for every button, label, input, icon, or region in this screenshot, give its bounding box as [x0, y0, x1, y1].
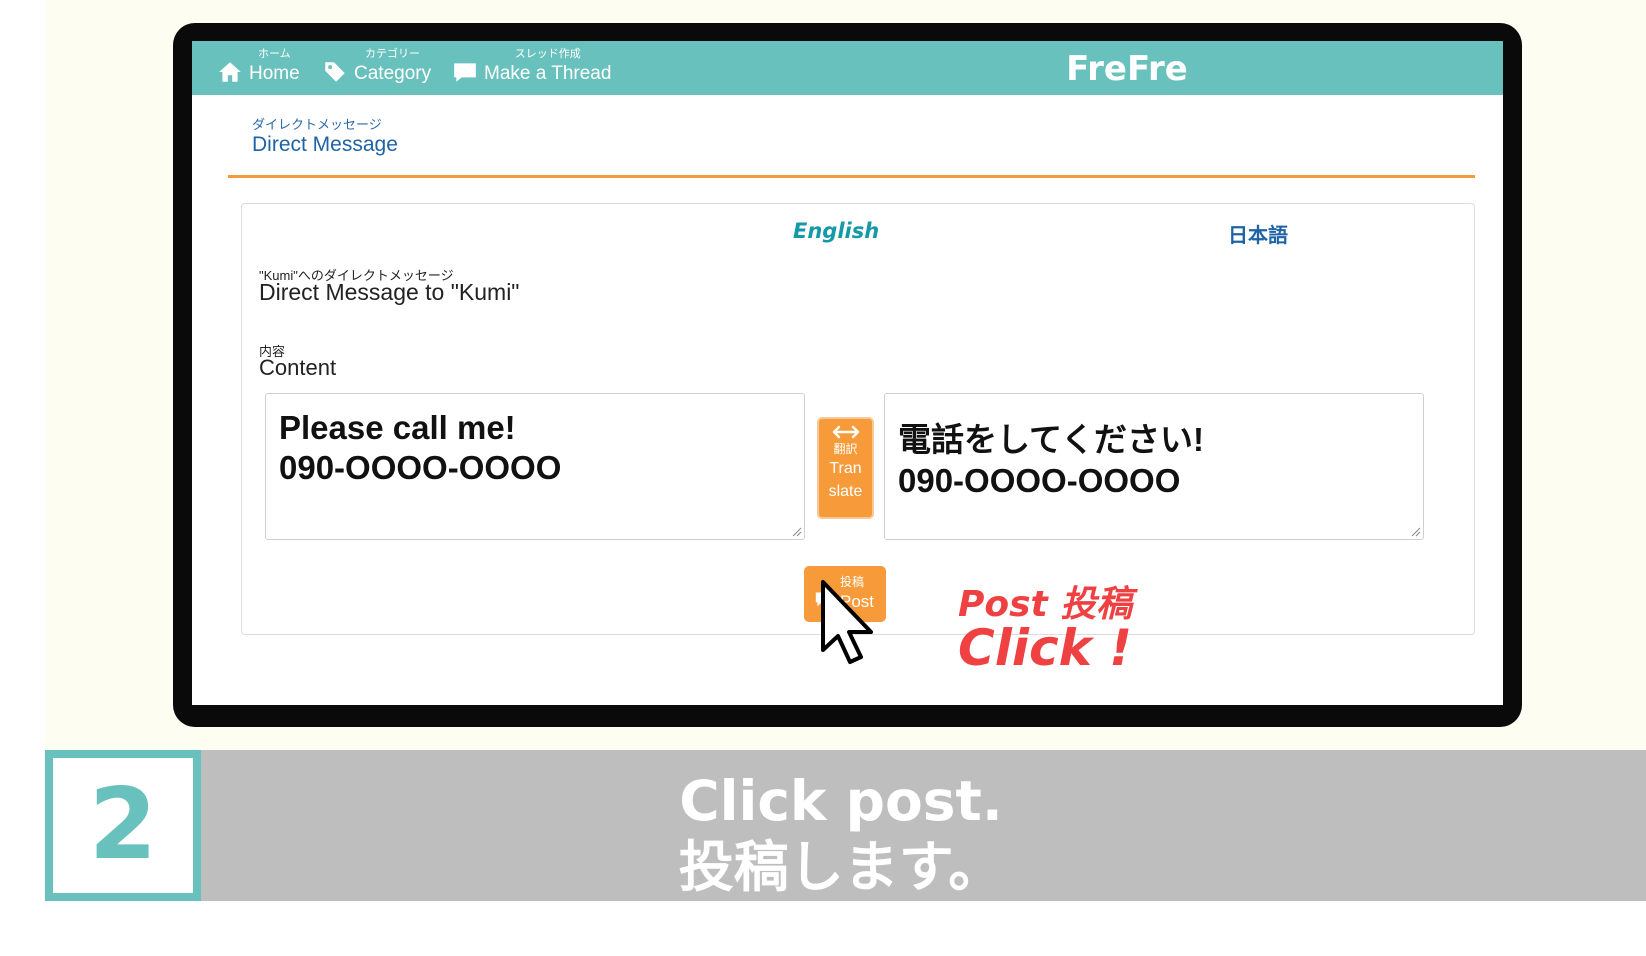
- step-instruction-bar: Click post. 投稿します。: [201, 750, 1646, 901]
- content-ja-line-1: 電話をしてください!: [898, 421, 1205, 458]
- content-en-line-2: 090-OOOO-OOOO: [279, 449, 562, 486]
- speech-bubble-icon: [815, 592, 833, 607]
- step-instruction-en: Click post.: [679, 769, 1003, 833]
- post-label-small: 投稿: [840, 575, 865, 589]
- title-divider: [228, 175, 1475, 178]
- content-ja-line-2: 090-OOOO-OOOO: [898, 462, 1181, 499]
- nav-category-label: カテゴリー Category: [354, 48, 432, 89]
- nav-thread-small: スレッド作成: [514, 48, 581, 60]
- recipient-label: Direct Message to "Kumi": [259, 279, 520, 305]
- home-icon: [217, 59, 243, 85]
- nav-make-thread[interactable]: スレッド作成 Make a Thread: [452, 47, 611, 89]
- content-en-line-1: Please call me!: [279, 409, 516, 446]
- app-screen: ホーム Home カテゴリー Category スレッド作成 Make a Threa…: [192, 41, 1503, 705]
- nav-thread-text: Make a Thread: [484, 63, 612, 84]
- step-number: 2: [88, 768, 158, 882]
- step-instruction-ja: 投稿します。: [678, 835, 1004, 899]
- tag-icon: [322, 59, 348, 85]
- translate-label-1: Tran: [829, 460, 862, 477]
- step-instruction: Click post. 投稿します。: [201, 768, 1481, 900]
- nav-home-small: ホーム: [258, 48, 291, 60]
- speech-bubble-icon: [452, 59, 478, 85]
- nav-home[interactable]: ホーム Home: [217, 47, 300, 89]
- nav-make-thread-label: スレッド作成 Make a Thread: [484, 48, 612, 89]
- resize-handle-icon[interactable]: [790, 525, 802, 537]
- tab-japanese[interactable]: 日本語: [1228, 219, 1288, 248]
- page-title-small: ダイレクトメッセージ: [252, 117, 382, 132]
- tab-english[interactable]: English: [793, 219, 879, 243]
- page-title: Direct Message: [252, 133, 398, 156]
- brand-logo[interactable]: FreFre: [1047, 49, 1207, 89]
- post-label: Post: [840, 592, 875, 611]
- resize-handle-icon[interactable]: [1409, 525, 1421, 537]
- translate-label-small: 翻訳: [833, 442, 858, 456]
- step-number-box: 2: [45, 750, 201, 901]
- nav-category-small: カテゴリー: [365, 48, 421, 60]
- top-nav: ホーム Home カテゴリー Category スレッド作成 Make a Threa…: [192, 41, 1503, 95]
- content-english-textarea[interactable]: Please call me! 090-OOOO-OOOO: [265, 393, 805, 540]
- content-label: Content: [259, 355, 337, 380]
- callout-click: Click !: [958, 619, 1133, 677]
- nav-category[interactable]: カテゴリー Category: [322, 47, 431, 89]
- nav-home-text: Home: [249, 63, 300, 84]
- translate-button[interactable]: 翻訳 Tran slate: [817, 417, 874, 519]
- nav-category-text: Category: [354, 63, 432, 84]
- post-button[interactable]: 投稿 Post: [804, 566, 886, 622]
- content-japanese-textarea[interactable]: 電話をしてください! 090-OOOO-OOOO: [884, 393, 1424, 540]
- translate-label-2: slate: [828, 483, 863, 500]
- swap-arrows-icon: [832, 425, 859, 439]
- nav-home-label: ホーム Home: [249, 48, 300, 89]
